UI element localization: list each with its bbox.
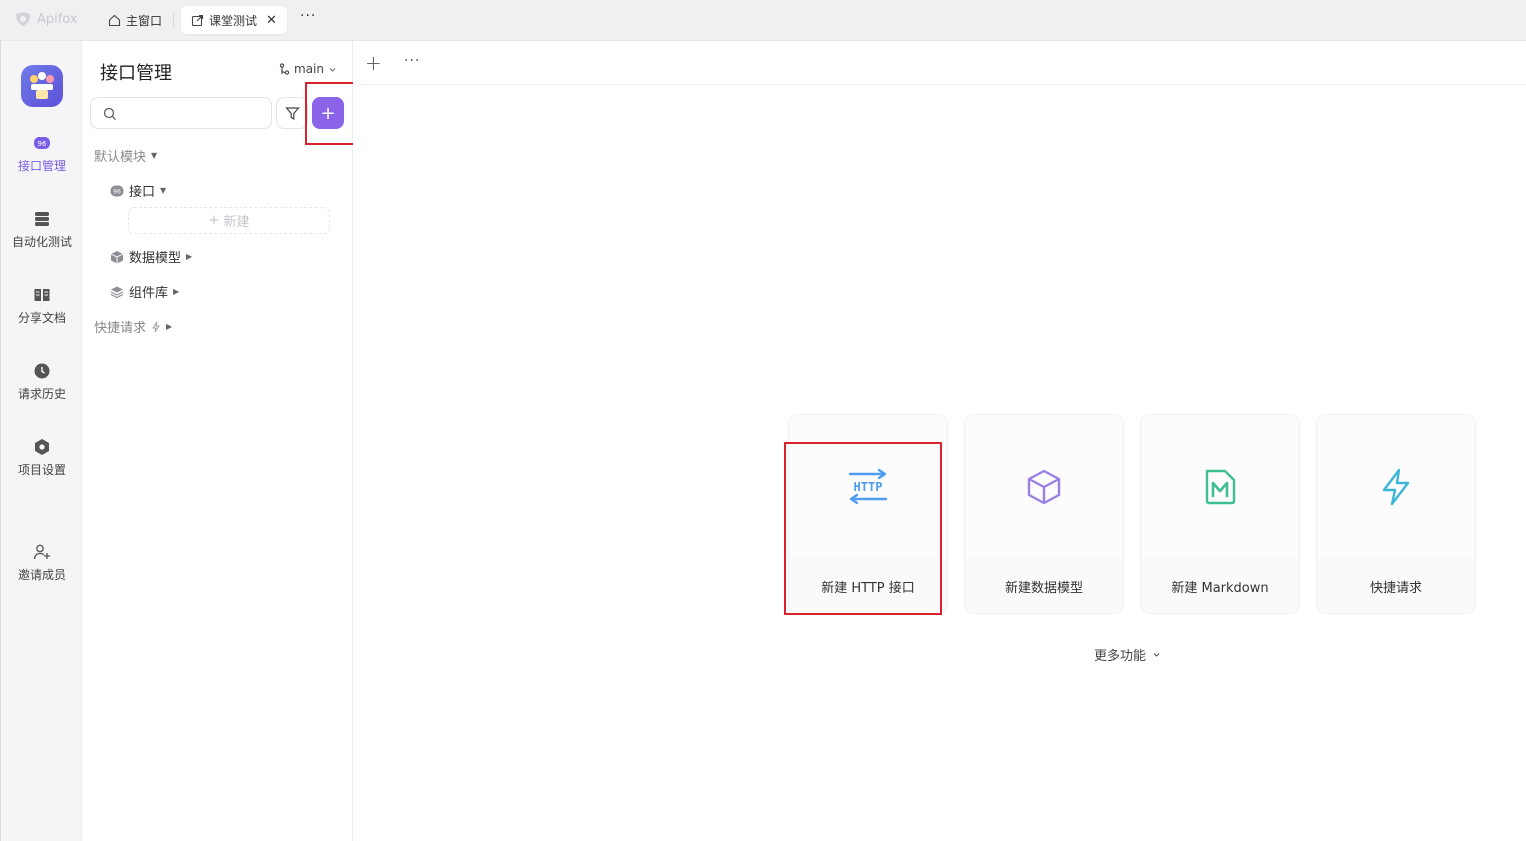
tree-item-api[interactable]: 96 接口 ▼ <box>110 181 166 200</box>
tab-label: 主窗口 <box>126 13 163 28</box>
tree-item-data-model[interactable]: 数据模型 ▶ <box>110 247 192 266</box>
tree-label: 组件库 <box>129 286 169 301</box>
layers-icon <box>110 286 124 298</box>
card-icon-area <box>1317 415 1475 558</box>
add-user-icon <box>33 544 50 560</box>
card-label: 快捷请求 <box>1369 581 1422 596</box>
api-sidebar: 接口管理 main + 默认模块 ▼ 96 接口 ▼ + 新建 数据模型 ▶ 组… <box>82 41 357 841</box>
search-box[interactable] <box>90 97 272 129</box>
settings-hex-icon <box>35 439 49 455</box>
filter-icon <box>284 106 300 120</box>
annotation-highlight-box <box>784 442 942 615</box>
cube-icon <box>110 250 124 263</box>
tab-main-window[interactable]: 主窗口 <box>98 6 172 34</box>
tree-item-components[interactable]: 组件库 ▶ <box>110 282 179 301</box>
card-label: 新建 Markdown <box>1171 581 1269 596</box>
tree-new-button[interactable]: + 新建 <box>128 207 330 234</box>
automation-icon <box>35 212 49 226</box>
title-bar: Apifox 主窗口 课堂测试 ✕ ··· <box>0 0 1526 41</box>
more-features-toggle[interactable]: 更多功能 <box>1094 645 1161 664</box>
tree-label: 数据模型 <box>129 251 182 266</box>
rail-item-project-settings[interactable]: 项目设置 <box>1 438 83 478</box>
rail-item-invite-members[interactable]: 邀请成员 <box>1 543 83 583</box>
sidebar-title: 接口管理 <box>100 63 172 84</box>
app-logo: Apifox <box>14 10 78 28</box>
main-tab-bar: + ··· <box>353 41 1526 85</box>
cube-icon <box>1027 469 1061 504</box>
annotation-highlight-box <box>305 82 357 145</box>
rail-label: 自动化测试 <box>11 235 72 249</box>
card-icon-area <box>965 415 1123 558</box>
project-avatar-icon <box>30 72 54 99</box>
card-quick-request[interactable]: 快捷请求 <box>1316 414 1476 614</box>
rail-label: 项目设置 <box>17 463 66 477</box>
search-input[interactable] <box>121 102 261 124</box>
chevron-down-icon <box>329 67 336 72</box>
rail-label: 邀请成员 <box>17 568 66 582</box>
tree-group-default-module[interactable]: 默认模块 ▼ <box>94 146 157 165</box>
caret-right-icon: ▶ <box>186 252 193 261</box>
caret-right-icon: ▶ <box>173 287 180 296</box>
app-name: Apifox <box>37 11 78 27</box>
apifox-logo-icon <box>16 12 30 26</box>
rail-item-request-history[interactable]: 请求历史 <box>1 362 83 402</box>
card-icon-area <box>1141 415 1299 558</box>
rail-label: 分享文档 <box>17 311 66 325</box>
card-new-data-model[interactable]: 新建数据模型 <box>964 414 1124 614</box>
more-features-label: 更多功能 <box>1094 649 1147 664</box>
new-label: 新建 <box>223 215 250 230</box>
api-icon: 96 <box>34 137 50 149</box>
external-link-icon <box>191 14 204 26</box>
branch-selector[interactable]: main <box>279 62 337 76</box>
lightning-icon <box>1382 468 1410 505</box>
search-icon <box>103 107 116 120</box>
clock-icon <box>34 363 50 379</box>
tree-label: 默认模块 <box>94 150 147 165</box>
close-icon[interactable]: ✕ <box>266 13 277 28</box>
branch-name: main <box>294 62 324 76</box>
markdown-icon <box>1205 469 1236 504</box>
main-content: + ··· HTTP 新建 HTTP 接口 新建数据模型 新建 Markdown… <box>353 41 1526 841</box>
tree-label: 快捷请求 <box>94 321 147 336</box>
lightning-icon <box>152 321 160 332</box>
chevron-down-icon <box>1153 653 1160 657</box>
book-icon <box>34 289 50 301</box>
card-new-markdown[interactable]: 新建 Markdown <box>1140 414 1300 614</box>
rail-item-api-management[interactable]: 96 接口管理 <box>1 134 83 174</box>
tree-group-quick-request[interactable]: 快捷请求 ▶ <box>94 317 172 336</box>
svg-text:96: 96 <box>38 140 47 148</box>
tab-divider <box>173 13 174 27</box>
new-tab-button[interactable]: + <box>365 51 382 75</box>
more-tabs-button[interactable]: ··· <box>300 8 316 24</box>
svg-text:96: 96 <box>113 188 121 195</box>
filter-button[interactable] <box>276 97 308 129</box>
rail-label: 请求历史 <box>17 387 66 401</box>
rail-item-automation[interactable]: 自动化测试 <box>1 210 83 250</box>
tree-label: 接口 <box>129 185 156 200</box>
rail-label: 接口管理 <box>17 159 66 173</box>
rail-item-share-docs[interactable]: 分享文档 <box>1 286 83 326</box>
caret-down-icon: ▼ <box>160 186 167 195</box>
caret-right-icon: ▶ <box>166 322 173 331</box>
api-icon: 96 <box>110 185 124 196</box>
project-avatar[interactable] <box>21 65 63 107</box>
branch-icon <box>279 63 290 75</box>
main-more-button[interactable]: ··· <box>404 53 420 69</box>
caret-down-icon: ▼ <box>151 151 158 160</box>
tab-classroom-test[interactable]: 课堂测试 ✕ <box>181 6 287 34</box>
plus-icon: + <box>208 213 220 228</box>
tab-label: 课堂测试 <box>209 13 258 28</box>
home-icon <box>108 14 121 26</box>
card-label: 新建数据模型 <box>1004 581 1083 596</box>
left-nav-rail: 96 接口管理 自动化测试 分享文档 请求历史 项目设置 邀请成员 <box>0 41 82 841</box>
